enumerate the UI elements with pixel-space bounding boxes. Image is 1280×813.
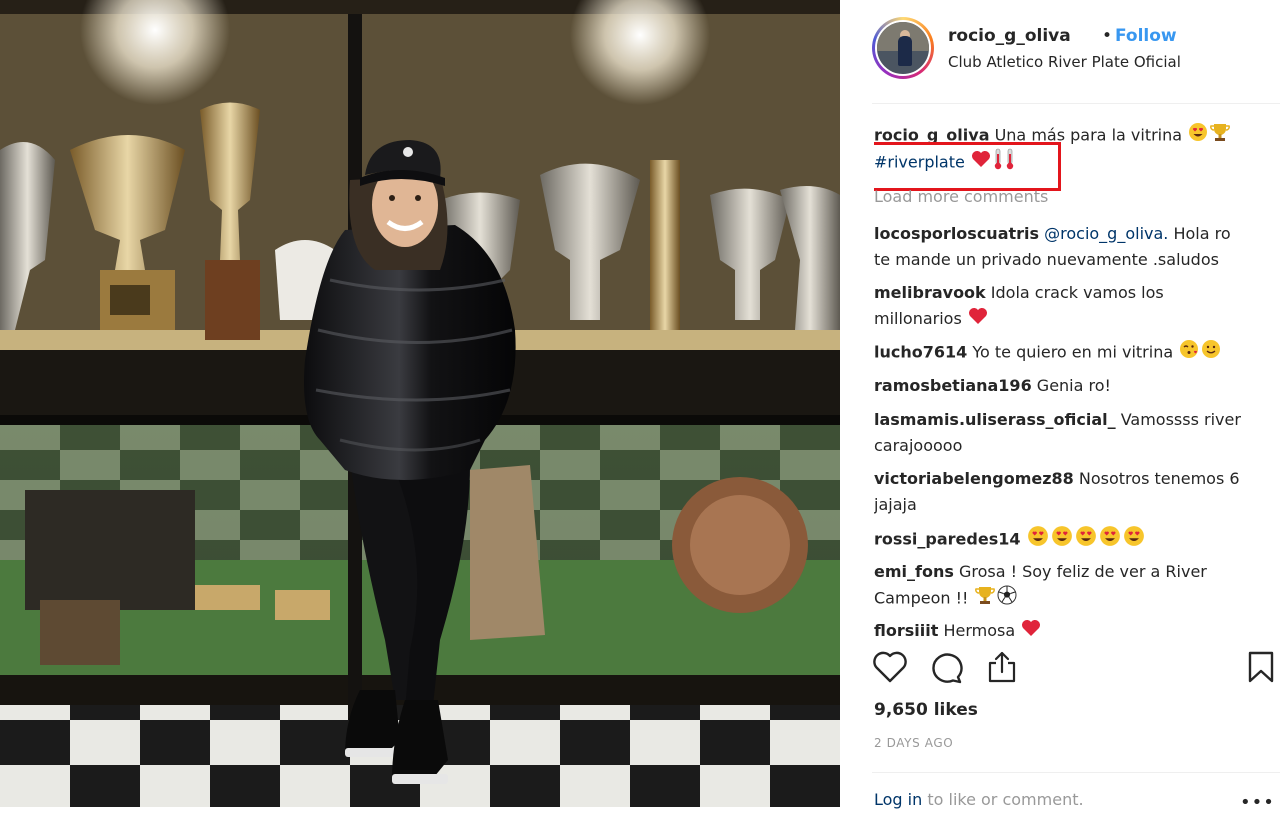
kiss-emoji	[1179, 339, 1199, 367]
comment-item: rossi_paredes14	[874, 525, 1270, 555]
comment-text: Hola ro	[1173, 224, 1231, 243]
comment-username[interactable]: lucho7614	[874, 343, 967, 362]
heart-eyes-emoji	[1099, 525, 1121, 555]
red-heart-emoji	[1021, 619, 1041, 637]
comment-text-cont: carajooooo	[874, 436, 963, 455]
comment-text: Grosa ! Soy feliz de ver a River	[958, 562, 1207, 581]
login-prompt-text: to like or comment.	[927, 790, 1084, 809]
comment-item: lasmamis.uliserass_oficial_ Vamossss riv…	[874, 407, 1270, 459]
comment-username[interactable]: lasmamis.uliserass_oficial_	[874, 410, 1116, 429]
comment-item: victoriabelengomez88 Nosotros tenemos 6 …	[874, 466, 1270, 518]
comment-item: florsijit Hermosa	[874, 618, 1270, 636]
post-side-panel: rocio_g_oliva • Follow Club Atletico Riv…	[840, 0, 1280, 813]
comment-username[interactable]: locosporloscuatris	[874, 224, 1039, 243]
like-heart-icon[interactable]	[872, 650, 908, 688]
comment-username[interactable]: melibravook	[874, 283, 986, 302]
footer-divider	[872, 772, 1280, 773]
comment-text: Genia ro!	[1036, 376, 1111, 395]
heart-eyes-emoji	[1123, 525, 1145, 555]
comment-mention[interactable]: @rocio_g_oliva.	[1044, 224, 1168, 243]
comment-bubble-icon[interactable]	[928, 650, 964, 688]
share-icon[interactable]	[985, 650, 1019, 688]
header-divider	[872, 103, 1280, 104]
separator-dot: •	[1102, 26, 1113, 46]
heart-eyes-emoji	[1188, 122, 1208, 150]
comment-text: Idola crack vamos los	[990, 283, 1164, 302]
avatar[interactable]	[875, 20, 931, 76]
comment-text-cont: Campeon !!	[874, 588, 969, 608]
red-heart-emoji	[968, 307, 988, 333]
comment-item: ramosbetiana196 Genia ro!	[874, 373, 1270, 399]
heart-eyes-emoji	[1051, 525, 1073, 555]
trophy-emoji	[1210, 122, 1231, 150]
comment-text-cont: te mande un privado nuevamente .saludos	[874, 250, 1219, 269]
post-header: rocio_g_oliva • Follow Club Atletico Riv…	[872, 15, 1272, 83]
post-username[interactable]: rocio_g_oliva	[948, 26, 1071, 46]
comment-text-cont: jajaja	[874, 495, 917, 514]
likes-count[interactable]: 9,650 likes	[874, 700, 978, 720]
heart-eyes-emoji	[1027, 525, 1049, 555]
save-bookmark-icon[interactable]	[1246, 650, 1276, 688]
trophy-showcase-photo	[0, 0, 840, 807]
follow-button[interactable]: Follow	[1115, 26, 1177, 46]
soccer-ball-emoji	[997, 585, 1017, 613]
comment-item: locosporloscuatris @rocio_g_oliva. Hola …	[874, 221, 1270, 273]
comment-username[interactable]: ramosbetiana196	[874, 376, 1032, 395]
login-link[interactable]: Log in	[874, 790, 922, 809]
comment-username[interactable]: florsijit	[874, 621, 938, 636]
comment-item: emi_fons Grosa ! Soy feliz de ver a Rive…	[874, 559, 1270, 613]
comment-item: melibravook Idola crack vamos los millon…	[874, 280, 1270, 333]
action-bar	[872, 650, 1274, 688]
comment-item: lucho7614 Yo te quiero en mi vitrina	[874, 339, 1270, 367]
avatar-story-ring[interactable]	[872, 17, 934, 79]
post-date[interactable]: 2 DAYS AGO	[874, 736, 953, 750]
comment-text-cont: millonarios	[874, 309, 962, 328]
load-more-comments-button[interactable]: Load more comments	[874, 187, 1048, 206]
comment-text: Hermosa	[943, 621, 1016, 636]
login-prompt: Log in to like or comment.	[874, 790, 1084, 809]
comment-text: Nosotros tenemos 6	[1078, 469, 1240, 488]
heart-eyes-emoji	[1075, 525, 1097, 555]
comment-text: Vamossss river	[1120, 410, 1241, 429]
comment-text: Yo te quiero en mi vitrina	[972, 342, 1174, 362]
comments-list[interactable]: rocio_g_oliva Una más para la vitrina #r…	[874, 122, 1274, 636]
highlight-annotation-box	[874, 142, 1061, 191]
trophy-emoji	[974, 585, 995, 613]
post-photo[interactable]	[0, 0, 840, 807]
comment-username[interactable]: victoriabelengomez88	[874, 469, 1074, 488]
comment-username[interactable]: rossi_paredes14	[874, 530, 1021, 549]
location-link[interactable]: Club Atletico River Plate Oficial	[948, 53, 1181, 71]
more-options-icon[interactable]: •••	[1240, 792, 1275, 813]
comment-username[interactable]: emi_fons	[874, 562, 954, 581]
smile-emoji	[1201, 339, 1221, 367]
